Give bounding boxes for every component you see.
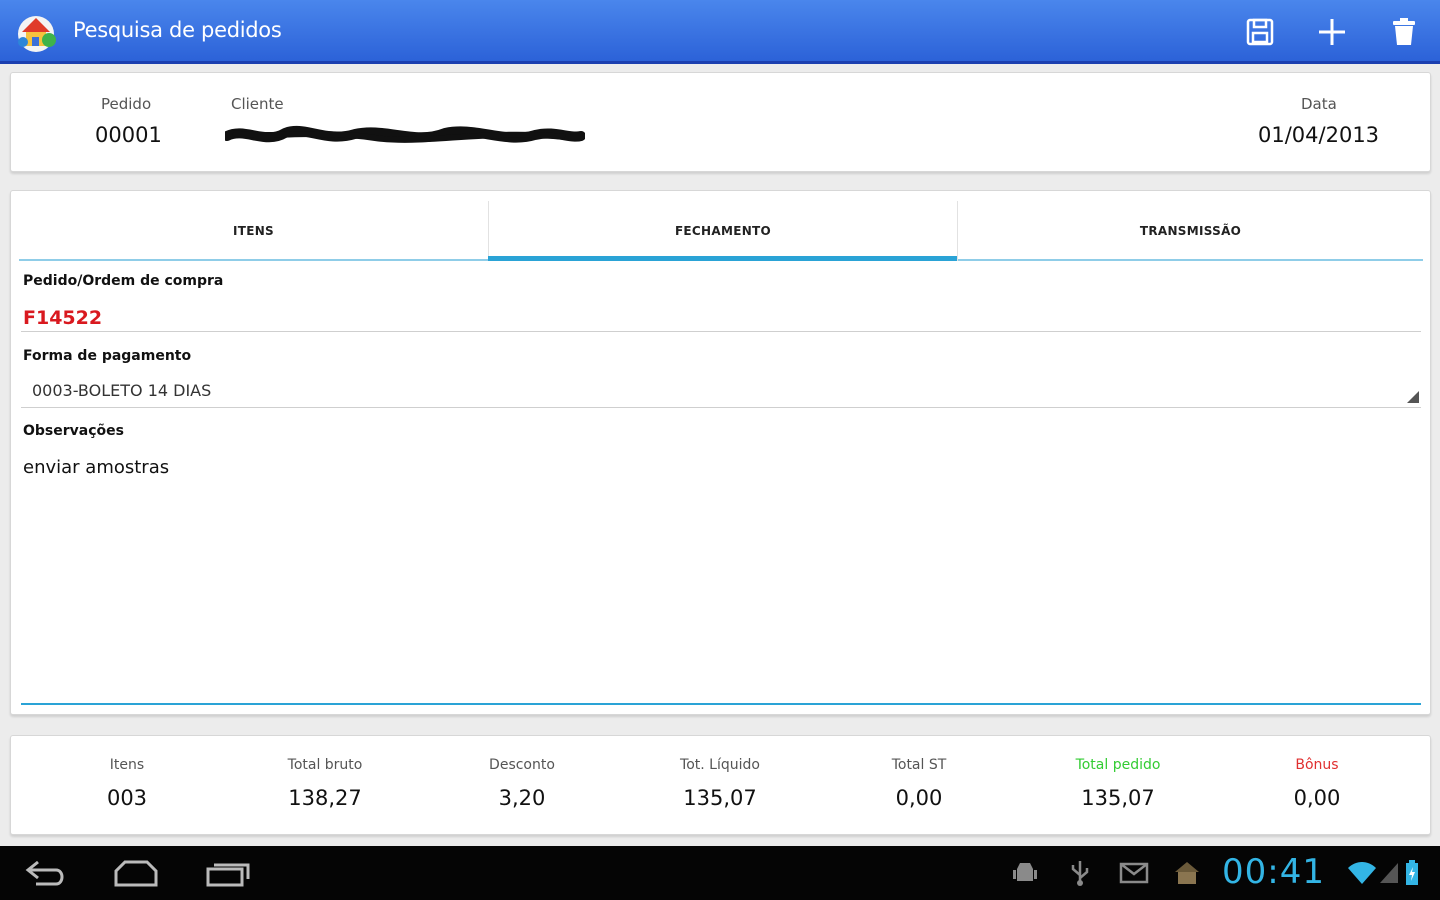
pedido-value: 00001 xyxy=(95,123,162,147)
page-title: Pesquisa de pedidos xyxy=(73,18,282,42)
total-st-value: 0,00 xyxy=(895,786,943,810)
purchase-order-input[interactable]: F14522 xyxy=(23,307,102,329)
tab-fechamento[interactable]: FECHAMENTO xyxy=(488,201,957,261)
wifi-icon xyxy=(1346,856,1378,890)
cliente-value-redacted xyxy=(222,125,586,147)
signal-icon xyxy=(1378,856,1400,890)
mail-icon xyxy=(1118,856,1150,890)
payment-method-underline xyxy=(21,407,1421,408)
delete-button[interactable] xyxy=(1384,12,1424,52)
usb-icon xyxy=(1066,856,1094,890)
save-button[interactable] xyxy=(1240,12,1280,52)
add-icon xyxy=(1319,19,1345,45)
payment-method-select[interactable]: 0003-BOLETO 14 DIAS xyxy=(21,371,1421,407)
app-notification-icon xyxy=(1170,856,1204,890)
totals-card: Itens 003 Total bruto 138,27 Desconto 3,… xyxy=(10,735,1431,835)
cliente-label: Cliente xyxy=(231,95,284,113)
battery-icon xyxy=(1402,856,1422,890)
back-icon xyxy=(25,860,64,886)
home-button[interactable] xyxy=(110,856,162,890)
total-liquido-value: 135,07 xyxy=(683,786,757,810)
tab-transmissao[interactable]: TRANSMISSÃO xyxy=(957,201,1423,261)
payment-method-label: Forma de pagamento xyxy=(23,348,192,364)
total-st-label: Total ST xyxy=(891,757,947,773)
total-bruto-label: Total bruto xyxy=(287,757,363,773)
tab-selected-indicator xyxy=(488,256,957,261)
android-debug-icon xyxy=(1010,856,1040,890)
home-icon xyxy=(114,860,158,887)
notes-label: Observações xyxy=(23,423,124,439)
action-bar: Pesquisa de pedidos xyxy=(0,0,1440,64)
dropdown-corner-icon xyxy=(1407,391,1419,403)
save-icon xyxy=(1246,18,1274,46)
delete-icon xyxy=(1393,18,1415,45)
data-label: Data xyxy=(1301,95,1337,113)
total-itens-label: Itens xyxy=(109,757,145,773)
payment-method-value: 0003-BOLETO 14 DIAS xyxy=(32,381,212,400)
total-liquido-label: Tot. Líquido xyxy=(680,757,760,773)
order-detail-card: ITENS FECHAMENTO TRANSMISSÃO Pedido/Orde… xyxy=(10,190,1431,715)
desconto-label: Desconto xyxy=(489,757,555,773)
purchase-order-label: Pedido/Ordem de compra xyxy=(23,273,224,289)
app-logo-icon[interactable] xyxy=(14,8,62,54)
notes-value: enviar amostras xyxy=(23,457,170,478)
total-itens-value: 003 xyxy=(106,786,148,810)
add-button[interactable] xyxy=(1312,12,1352,52)
data-value: 01/04/2013 xyxy=(1258,123,1380,147)
pedido-label: Pedido xyxy=(101,95,152,113)
back-button[interactable] xyxy=(22,856,70,890)
desconto-value: 3,20 xyxy=(498,786,546,810)
tab-bar: ITENS FECHAMENTO TRANSMISSÃO xyxy=(19,201,1423,261)
notes-textarea[interactable]: enviar amostras xyxy=(21,449,1421,705)
bonus-label: Bônus xyxy=(1295,757,1339,773)
bonus-value: 0,00 xyxy=(1293,786,1341,810)
status-clock: 00:41 xyxy=(1222,852,1325,892)
recent-apps-icon xyxy=(206,863,250,887)
notes-focus-underline xyxy=(21,703,1421,705)
total-pedido-value: 135,07 xyxy=(1081,786,1155,810)
total-pedido-label: Total pedido xyxy=(1075,757,1161,773)
total-bruto-value: 138,27 xyxy=(288,786,362,810)
tab-itens[interactable]: ITENS xyxy=(19,201,488,261)
recent-apps-button[interactable] xyxy=(202,856,254,890)
order-header-card: Pedido 00001 Cliente Data 01/04/2013 xyxy=(10,72,1431,172)
purchase-order-underline xyxy=(21,331,1421,332)
